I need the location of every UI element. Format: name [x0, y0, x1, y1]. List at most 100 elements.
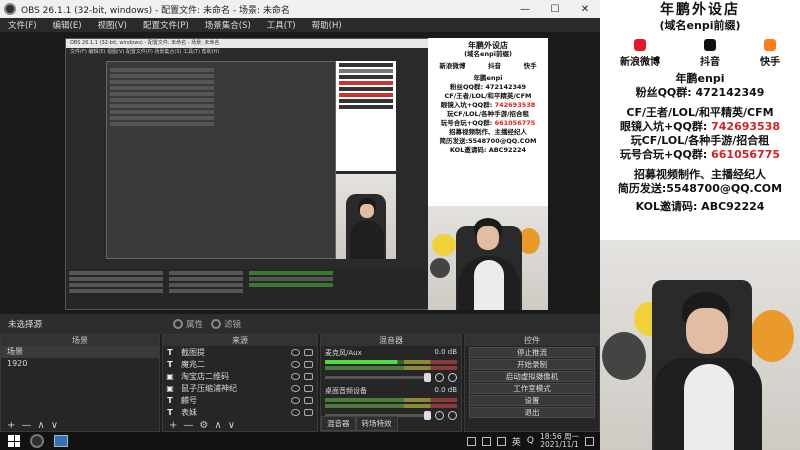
- obs-logo-icon: [4, 3, 16, 15]
- visibility-eye-icon[interactable]: [291, 372, 300, 380]
- shop-name: 年鹏外设店: [660, 2, 740, 18]
- nested-banner: [336, 61, 396, 171]
- source-item[interactable]: T 麟号: [163, 394, 317, 406]
- properties-button[interactable]: 属性: [173, 318, 203, 330]
- menu-file[interactable]: 文件(F): [0, 19, 45, 31]
- tab-mixer[interactable]: 混音器: [321, 416, 356, 431]
- move-source-down-button[interactable]: ∨: [228, 420, 235, 431]
- window-title-bar: OBS 26.1.1 (32-bit, windows) - 配置文件: 未命名…: [0, 0, 600, 18]
- slider-handle[interactable]: [424, 411, 431, 420]
- kol-code-line: KOL邀请码: ABC92224: [635, 200, 765, 213]
- fans-qq-number: 472142349: [695, 86, 765, 99]
- small-line4-label: 玩号合玩+QQ群:: [440, 119, 495, 127]
- menu-scene-collection[interactable]: 场景集合(S): [197, 19, 259, 31]
- source-item[interactable]: T 表妹: [163, 406, 317, 418]
- studio-mode-button[interactable]: 工作室模式: [469, 383, 595, 394]
- remove-scene-button[interactable]: —: [21, 420, 31, 431]
- small-line7: KOL邀请码: ABC92224: [449, 146, 527, 154]
- lock-icon[interactable]: [304, 360, 313, 368]
- visibility-eye-icon[interactable]: [291, 408, 300, 416]
- settings-button[interactable]: 设置: [469, 395, 595, 406]
- close-button[interactable]: ✕: [570, 0, 600, 18]
- move-scene-down-button[interactable]: ∨: [51, 420, 58, 431]
- group1-qq: 742693538: [711, 120, 781, 133]
- chevron-up-icon[interactable]: [466, 436, 476, 446]
- lock-icon[interactable]: [304, 384, 313, 392]
- volume-icon[interactable]: [496, 436, 506, 446]
- shop-domain: (域名enpi前缀): [659, 19, 741, 32]
- source-item[interactable]: ▣ 淘宝店二维码: [163, 370, 317, 382]
- windows-start-icon[interactable]: [8, 435, 20, 447]
- obs-taskbar-icon[interactable]: [30, 434, 44, 448]
- kuaishou-icon: [764, 39, 776, 51]
- maximize-button[interactable]: ☐: [540, 0, 570, 18]
- notification-icon[interactable]: [585, 436, 594, 446]
- source-item[interactable]: T 截图提: [163, 346, 317, 358]
- taskbar-clock[interactable]: 18:56 周一 2021/11/1: [540, 433, 579, 449]
- add-scene-button[interactable]: +: [7, 420, 15, 431]
- source-item[interactable]: T 魔兆二: [163, 358, 317, 370]
- add-source-button[interactable]: +: [169, 420, 177, 431]
- menu-help[interactable]: 帮助(H): [304, 19, 350, 31]
- lock-icon[interactable]: [304, 396, 313, 404]
- move-scene-up-button[interactable]: ∧: [37, 420, 44, 431]
- nested-preview: [106, 61, 336, 259]
- exit-button[interactable]: 退出: [469, 407, 595, 418]
- properties-label: 属性: [186, 320, 204, 330]
- lock-icon[interactable]: [304, 372, 313, 380]
- group2-label: 玩号合玩+QQ群:: [619, 148, 712, 161]
- slider-handle[interactable]: [424, 373, 431, 382]
- text-source-icon: T: [167, 395, 173, 405]
- stop-streaming-button[interactable]: 停止推流: [469, 347, 595, 358]
- visibility-eye-icon[interactable]: [291, 384, 300, 392]
- ime-indicator[interactable]: 英: [512, 435, 521, 448]
- volume-slider[interactable]: [325, 373, 431, 382]
- nested-title: OBS 26.1.1 (32-bit, windows) - 配置文件: 未命名…: [66, 39, 429, 48]
- gear-icon[interactable]: [448, 373, 457, 382]
- channel-name: 麦克风/Aux: [325, 349, 362, 357]
- small-line1: CF/王者/LOL/和平精英/CFM: [444, 92, 532, 100]
- group2-qq: 661056775: [711, 148, 781, 161]
- minimize-button[interactable]: —: [510, 0, 540, 18]
- filters-button[interactable]: 滤镜: [211, 318, 241, 330]
- menu-tools[interactable]: 工具(T): [259, 19, 304, 31]
- source-properties-button[interactable]: ⚙: [199, 420, 208, 431]
- scene-item[interactable]: 场景: [1, 346, 159, 358]
- scenes-dock: 场景 场景 1920 + — ∧ ∨: [0, 334, 160, 432]
- small-line2-qq: 742693538: [494, 101, 536, 109]
- visibility-eye-icon[interactable]: [291, 348, 300, 356]
- image-source-icon: ▣: [166, 383, 174, 393]
- start-recording-button[interactable]: 开始录制: [469, 359, 595, 370]
- games-line: CF/王者/LOL/和平精英/CFM: [626, 106, 774, 119]
- text-source-icon: T: [167, 359, 173, 369]
- gear-icon[interactable]: [448, 411, 457, 420]
- nested-preview-content: [107, 68, 217, 126]
- visibility-eye-icon[interactable]: [291, 396, 300, 404]
- speaker-icon[interactable]: [435, 373, 444, 382]
- speaker-icon[interactable]: [435, 411, 444, 420]
- tab-transitions[interactable]: 转场特效: [355, 416, 398, 431]
- source-name: 魔兆二: [181, 359, 205, 369]
- lock-icon[interactable]: [304, 408, 313, 416]
- controls-header: 控件: [465, 335, 599, 346]
- remove-source-button[interactable]: —: [183, 420, 193, 431]
- qq-tray-icon[interactable]: Q: [527, 436, 534, 446]
- menu-view[interactable]: 视图(V): [90, 19, 135, 31]
- lock-icon[interactable]: [304, 348, 313, 356]
- resume-email-line: 简历发送:5548700@QQ.COM: [617, 182, 783, 195]
- volume-meter: [325, 360, 457, 364]
- window-taskbar-icon[interactable]: [54, 435, 68, 447]
- network-icon[interactable]: [481, 436, 491, 446]
- visibility-eye-icon[interactable]: [291, 360, 300, 368]
- small-shop-name: 年鹏外设店: [468, 41, 508, 50]
- move-source-up-button[interactable]: ∧: [214, 420, 221, 431]
- scene-item[interactable]: 1920: [1, 358, 159, 370]
- source-item[interactable]: ▣ 鼠子压缩浦神纪: [163, 382, 317, 394]
- small-socials: 新浪微博 抖音 快手: [428, 62, 548, 71]
- window-title: OBS 26.1.1 (32-bit, windows) - 配置文件: 未命名…: [21, 5, 290, 16]
- menu-edit[interactable]: 编辑(E): [45, 19, 90, 31]
- start-virtual-camera-button[interactable]: 启动虚拟摄像机: [469, 371, 595, 382]
- social-douyin: 抖音: [700, 39, 720, 68]
- menu-profile[interactable]: 配置文件(P): [135, 19, 197, 31]
- small-name: 年鹏enpi: [473, 74, 503, 82]
